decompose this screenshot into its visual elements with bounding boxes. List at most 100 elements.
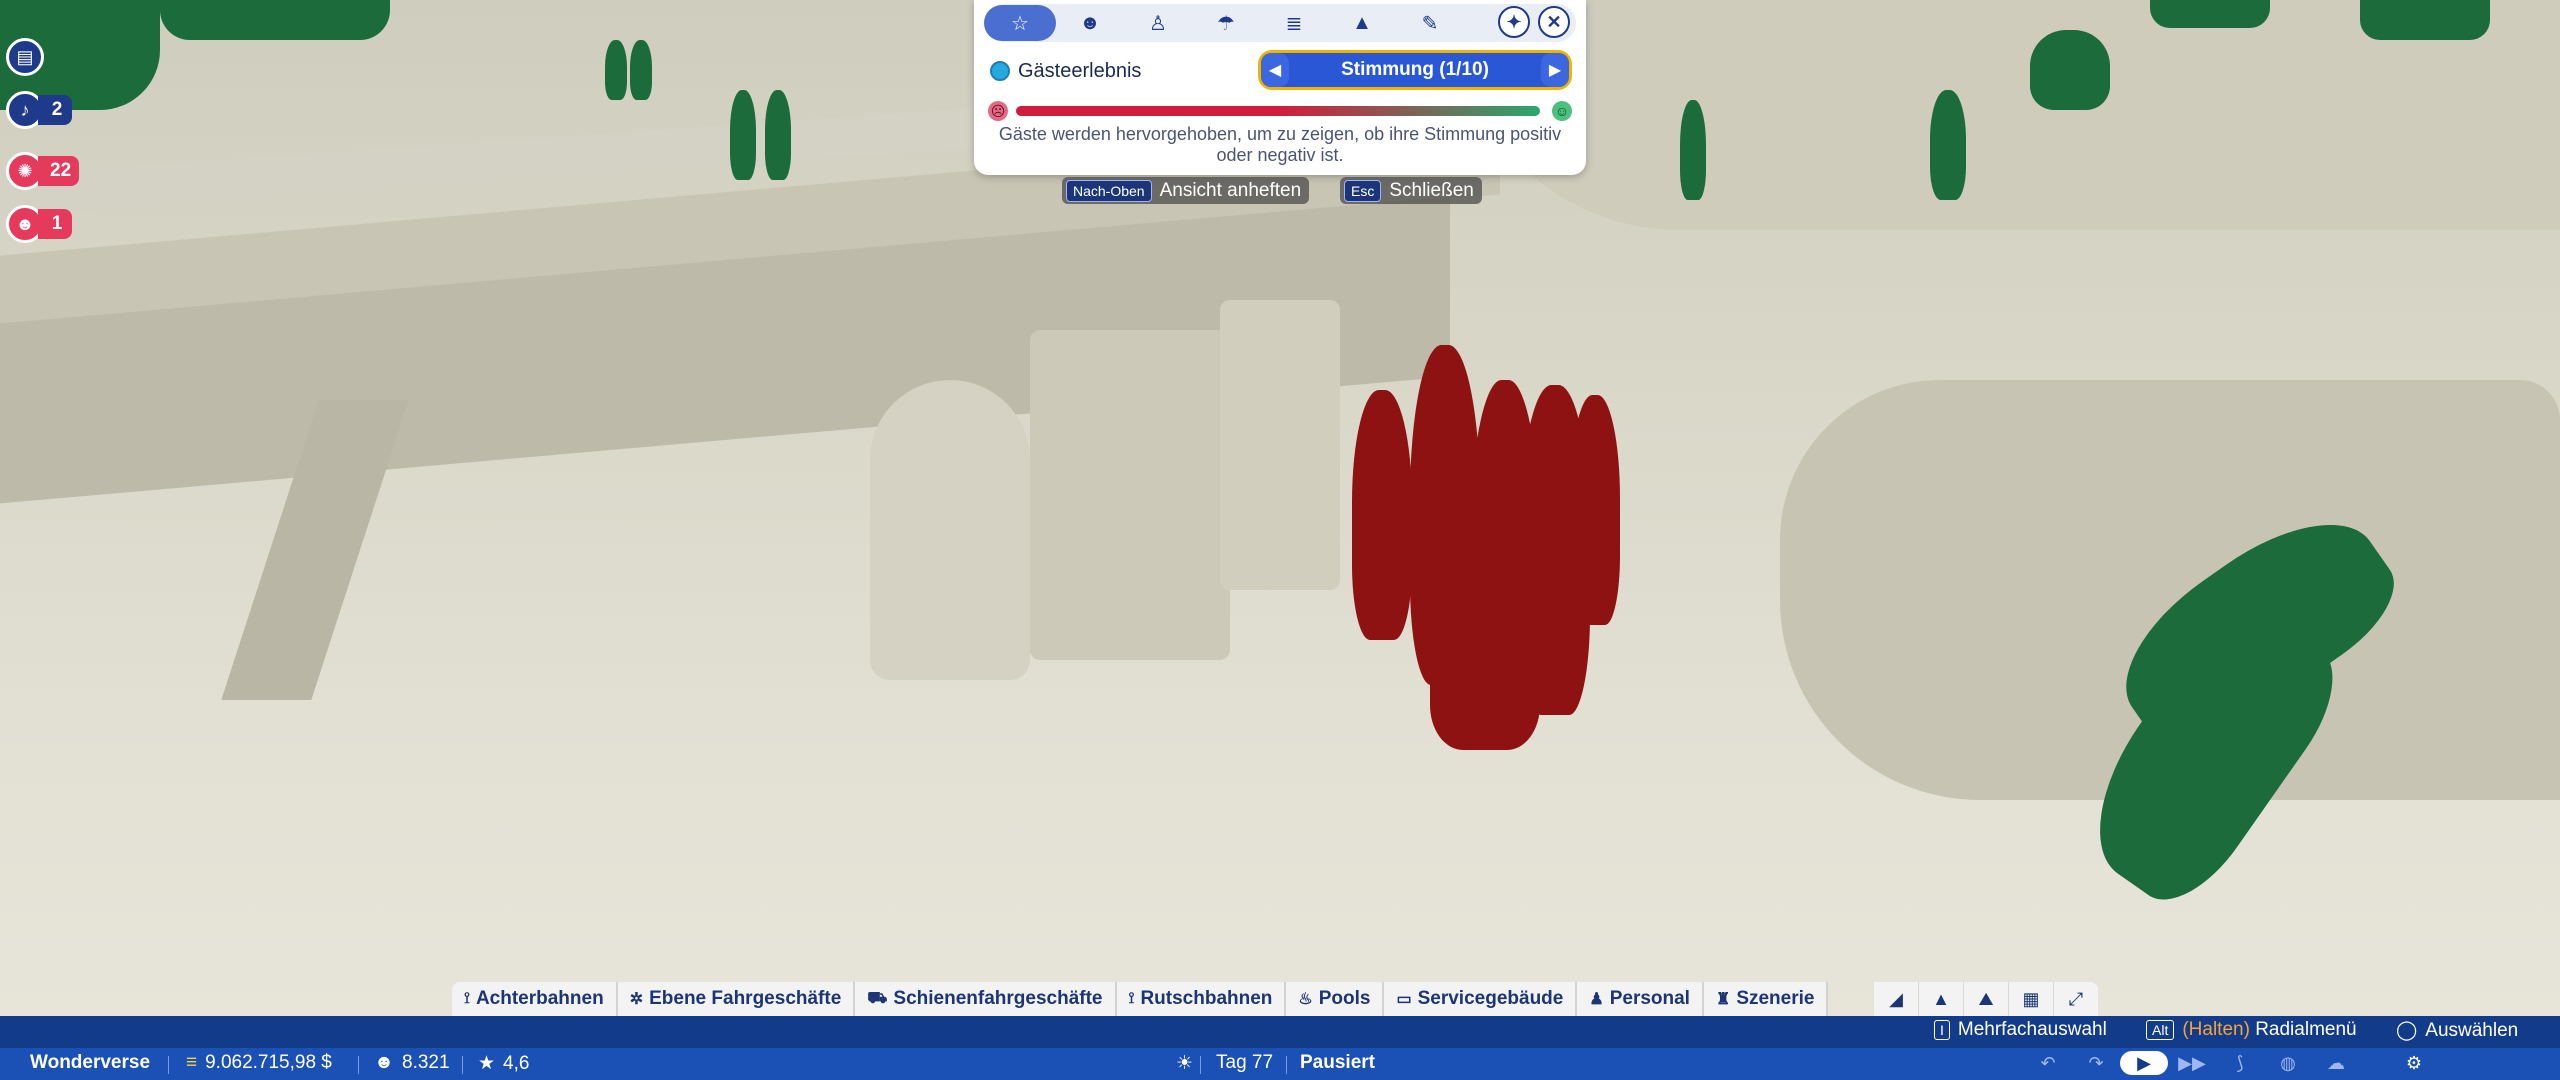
category-label: Schienenfahrgeschäfte xyxy=(893,988,1103,1009)
coaster-icon: ⟟ xyxy=(464,990,470,1007)
divider xyxy=(168,1056,169,1074)
category-label: Servicegebäude xyxy=(1417,988,1564,1009)
divider xyxy=(1286,1056,1287,1074)
close-button[interactable]: ✕ xyxy=(1538,6,1570,38)
guest-negative[interactable] xyxy=(1570,395,1620,625)
pin-hint-label: Ansicht anheften xyxy=(1159,179,1302,201)
guest-positive[interactable] xyxy=(730,90,756,180)
guest-positive[interactable] xyxy=(605,40,627,100)
expand-tool-button[interactable]: ⤢ xyxy=(2054,982,2098,1016)
notification-count: 2 xyxy=(38,95,72,125)
guest-positive[interactable] xyxy=(160,0,390,40)
person-icon[interactable]: ♙ xyxy=(1124,5,1192,41)
guest-group-icon: ☻ xyxy=(374,1052,394,1073)
weather-button[interactable]: ☁ xyxy=(2312,1051,2360,1075)
build-category-bar: ⟟ Achterbahnen ✲ Ebene Fahrgeschäfte ⛟ Schi… xyxy=(452,982,1829,1016)
select-hint: ◯ Auswählen xyxy=(2396,1020,2519,1041)
mouse-icon: ◯ xyxy=(2396,1020,2418,1041)
status-hints: I Mehrfachauswahl Alt (Halten) Radialmenü … xyxy=(0,1016,2560,1046)
radial-hold-text: (Halten) xyxy=(2182,1019,2250,1040)
guest-list-button[interactable]: ▤ xyxy=(6,38,44,76)
fast-forward-button[interactable]: ▶▶ xyxy=(2168,1051,2216,1075)
category-label: Rutschbahnen xyxy=(1140,988,1273,1009)
guest-count-display[interactable]: ☻ 8.321 xyxy=(374,1052,450,1074)
radial-menu-hint: Alt (Halten) Radialmenü xyxy=(2146,1019,2357,1041)
guest-alerts-button[interactable]: ☻ 1 xyxy=(6,205,72,243)
park-name[interactable]: Wonderverse xyxy=(30,1052,150,1074)
money-display[interactable]: ≡ 9.062.715,98 $ xyxy=(186,1052,332,1074)
path-tool-button[interactable]: ◢ xyxy=(1874,982,1919,1016)
guest-group-icon[interactable]: ☻ xyxy=(1056,5,1124,41)
fast-forward-icon: ▶▶ xyxy=(2178,1052,2206,1073)
view-mode-tabs: ☆ ☻ ♙ ☂ ≣ ▲ ✎ xyxy=(984,4,1576,42)
pin-icon: ✦ xyxy=(1506,11,1522,32)
undo-button[interactable]: ↶ xyxy=(2024,1051,2072,1075)
guest-positive[interactable] xyxy=(2030,30,2110,110)
gear-icon: ⚙ xyxy=(2405,1052,2423,1073)
pin-button[interactable]: ✦ xyxy=(1498,6,1530,38)
tree-icon[interactable]: ▲ xyxy=(1328,5,1396,41)
layer-name: Gästeerlebnis xyxy=(1018,60,1142,82)
guest-positive[interactable] xyxy=(1930,90,1966,200)
clipboard-icon: ▤ xyxy=(6,38,44,76)
selector-prev-button[interactable]: ◀ xyxy=(1261,53,1289,87)
happy-face-icon: ☺ xyxy=(1552,101,1572,121)
guest-positive[interactable] xyxy=(1680,100,1706,200)
layer-color-dot xyxy=(990,61,1010,81)
settings-button[interactable]: ⚙ xyxy=(2390,1051,2438,1075)
park-rating-display[interactable]: ★ 4,6 xyxy=(478,1052,529,1075)
close-hint-label: Schließen xyxy=(1389,179,1474,201)
slide-icon: ⟟ xyxy=(1128,990,1135,1007)
category-scenery[interactable]: ♜ Szenerie xyxy=(1703,982,1829,1016)
pin-view-hint[interactable]: Nach-Oben Ansicht anheften xyxy=(1062,177,1310,204)
expand-icon: ⤢ xyxy=(2068,988,2084,1009)
globe-icon: ◍ xyxy=(2280,1052,2296,1073)
blueprint-tool-button[interactable]: ▦ xyxy=(2009,982,2054,1016)
divider xyxy=(358,1056,359,1074)
close-hint[interactable]: Esc Schließen xyxy=(1340,177,1482,204)
selector-label: Stimmung (1/10) xyxy=(1341,59,1489,80)
redo-button[interactable]: ↷ xyxy=(2072,1051,2120,1075)
weather-icon[interactable]: ☂ xyxy=(1192,5,1260,41)
pool-icon: ♨ xyxy=(1298,991,1313,1008)
mood-gradient-bar xyxy=(1016,106,1540,116)
guest-positive[interactable] xyxy=(2360,0,2490,40)
category-service-buildings[interactable]: ▭ Servicegebäude xyxy=(1384,982,1578,1016)
category-label: Ebene Fahrgeschäfte xyxy=(649,988,842,1009)
chevron-left-icon: ◀ xyxy=(1268,62,1282,79)
category-pools[interactable]: ♨ Pools xyxy=(1286,982,1385,1016)
radial-menu-label: Radialmenü xyxy=(2255,1019,2357,1040)
category-flat-rides[interactable]: ✲ Ebene Fahrgeschäfte xyxy=(617,982,856,1016)
play-button[interactable]: ▶ xyxy=(2120,1051,2168,1075)
terrain-tool-button[interactable]: ⛰ xyxy=(1964,982,2009,1016)
guest-positive[interactable] xyxy=(765,90,791,180)
wrench-icon[interactable]: ✎ xyxy=(1396,5,1464,41)
finance-overlay-button[interactable]: ⟆ xyxy=(2216,1051,2264,1075)
ferris-wheel-icon: ✲ xyxy=(629,991,644,1008)
pin-key: Nach-Oben xyxy=(1066,179,1152,202)
money-stack-icon[interactable]: ≣ xyxy=(1260,5,1328,41)
notification-bell-button[interactable]: ♪ 2 xyxy=(6,91,72,129)
ride-alert-count: 22 xyxy=(38,156,80,186)
guest-negative[interactable] xyxy=(1352,390,1412,640)
ride-alerts-button[interactable]: ✺ 22 xyxy=(6,152,80,190)
guest-positive[interactable] xyxy=(630,40,652,100)
category-track-rides[interactable]: ⛟ Schienenfahrgeschäfte xyxy=(855,982,1117,1016)
guest-star-icon[interactable]: ☆ xyxy=(984,5,1056,41)
guest-alert-count: 1 xyxy=(38,209,72,239)
category-slides[interactable]: ⟟ Rutschbahnen xyxy=(1116,982,1287,1016)
cloud-icon: ☁ xyxy=(2327,1052,2345,1073)
category-coasters[interactable]: ⟟ Achterbahnen xyxy=(452,982,618,1016)
vending-machine xyxy=(1030,330,1230,660)
tree-icon: ▲ xyxy=(1932,988,1950,1009)
guest-negative[interactable] xyxy=(1430,600,1540,750)
planter xyxy=(870,380,1030,680)
map-button[interactable]: ◍ xyxy=(2264,1051,2312,1075)
selector-next-button[interactable]: ▶ xyxy=(1541,53,1569,87)
weather-icon: ☀ xyxy=(1176,1053,1194,1074)
tree-tool-button[interactable]: ▲ xyxy=(1919,982,1964,1016)
undo-icon: ↶ xyxy=(2040,1052,2056,1073)
overlay-selector[interactable]: ◀ Stimmung (1/10) ▶ xyxy=(1258,50,1572,90)
category-staff[interactable]: ♟ Personal xyxy=(1577,982,1704,1016)
guest-positive[interactable] xyxy=(2150,0,2270,28)
